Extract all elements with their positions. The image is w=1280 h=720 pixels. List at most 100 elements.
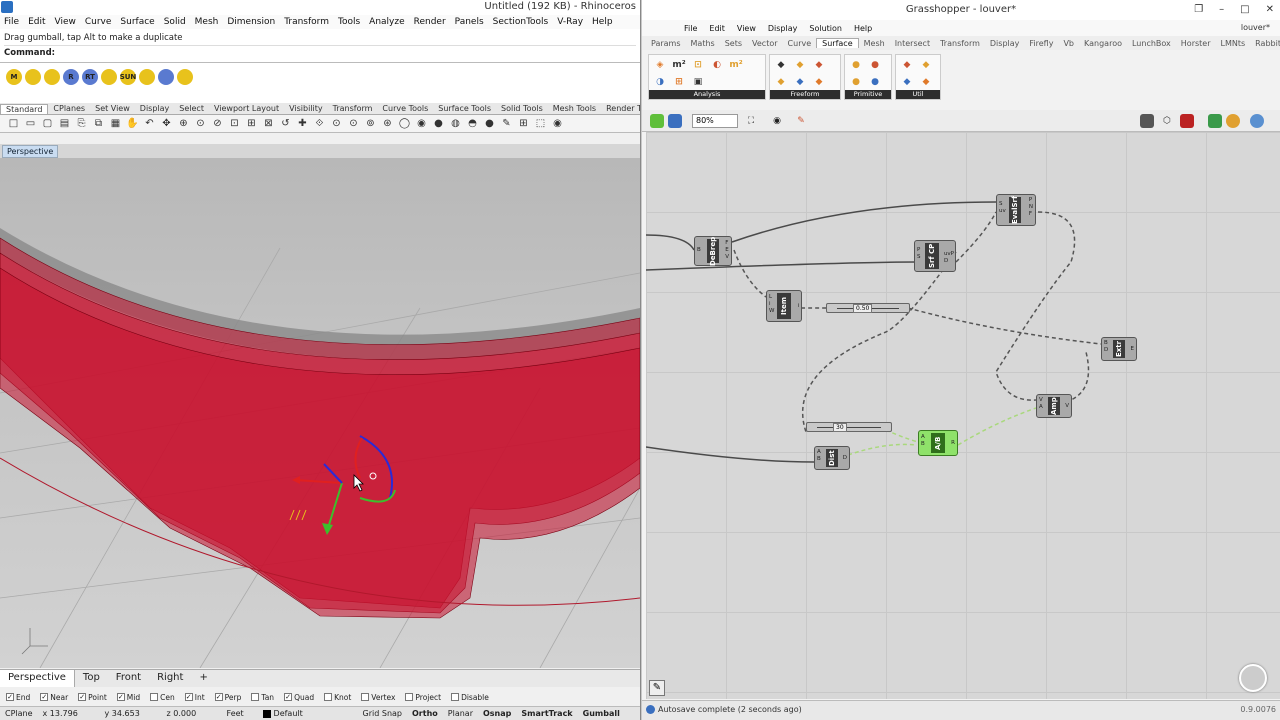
canvas-navigation-icon[interactable] [1239, 664, 1267, 692]
polyline-icon[interactable]: ⊚ [363, 117, 378, 131]
list-item-component[interactable]: L i W Item i [766, 290, 802, 322]
gh-menu-file[interactable]: File [684, 24, 697, 33]
gh-document-name[interactable]: louver* [1241, 23, 1270, 32]
ribbon-component-icon[interactable]: ◆ [811, 75, 827, 89]
ribbon-component-icon[interactable]: ● [867, 58, 883, 72]
ribbon-component-icon[interactable]: ● [867, 75, 883, 89]
osnap-cen[interactable]: Cen [150, 693, 175, 702]
list-item-output-pins[interactable]: i [797, 303, 799, 310]
box-icon[interactable]: ⬚ [533, 117, 548, 131]
osnap-int[interactable]: ✓ Int [184, 693, 205, 702]
ribbon-component-icon[interactable]: ◆ [773, 58, 789, 72]
division-component[interactable]: A B A/B R [918, 430, 958, 456]
tab-standard[interactable]: Standard [0, 103, 49, 114]
osnap-knot[interactable]: Knot [324, 693, 351, 702]
quick-button-7[interactable]: SUN [120, 69, 136, 85]
status-smarttrack[interactable]: SmartTrack [516, 709, 577, 718]
menu-surface[interactable]: Surface [120, 17, 154, 27]
osnap-checkbox[interactable]: ✓ [214, 693, 223, 701]
restore-icon[interactable]: ❐ [1194, 0, 1203, 20]
gh-tab-firefly[interactable]: Firefly [1024, 39, 1058, 48]
distance-input-pins[interactable]: A B [817, 449, 821, 463]
ellipse-icon[interactable]: ⊛ [380, 117, 395, 131]
status-layer[interactable]: Default [258, 709, 358, 718]
debrep-output-pins[interactable]: F E V [725, 240, 729, 261]
gh-tab-display[interactable]: Display [985, 39, 1025, 48]
status-ortho[interactable]: Ortho [407, 709, 443, 718]
number-slider-factor[interactable]: 0.50 [826, 303, 910, 313]
menu-v-ray[interactable]: V-Ray [557, 17, 583, 27]
osnap-checkbox[interactable]: ✓ [40, 693, 49, 701]
osnap-checkbox[interactable] [451, 693, 460, 701]
tab-set-view[interactable]: Set View [90, 104, 135, 113]
gh-menu-display[interactable]: Display [768, 24, 798, 33]
osnap-checkbox[interactable] [324, 693, 333, 701]
srf-cp-input-pins[interactable]: P S [917, 247, 921, 261]
menu-analyze[interactable]: Analyze [369, 17, 404, 27]
menu-render[interactable]: Render [414, 17, 446, 27]
tab-mesh-tools[interactable]: Mesh Tools [548, 104, 601, 113]
maximize-icon[interactable]: □ [1240, 0, 1249, 20]
osnap-checkbox[interactable] [150, 693, 159, 701]
ribbon-component-icon[interactable]: ◆ [918, 58, 934, 72]
slider-factor-value[interactable]: 0.50 [853, 304, 873, 313]
amplitude-component[interactable]: V A Amp V [1036, 394, 1072, 418]
preview-eye-icon[interactable]: ◉ [770, 114, 784, 128]
save-file-icon[interactable] [668, 114, 682, 128]
arc-icon[interactable]: ⊙ [346, 117, 361, 131]
layer-icon[interactable]: ⊞ [516, 117, 531, 131]
osnap-vertex[interactable]: Vertex [361, 693, 395, 702]
status-gumball[interactable]: Gumball [578, 709, 625, 718]
open-icon[interactable]: ▭ [23, 117, 38, 131]
status-cplane[interactable]: CPlane [0, 709, 38, 718]
list-item-input-pins[interactable]: L i W [769, 294, 774, 315]
help-icon[interactable]: ◉ [550, 117, 565, 131]
select-window-icon[interactable]: ⊠ [261, 117, 276, 131]
gh-canvas[interactable]: B DeBrep F E V P S Srf CP uvP D S uv Eva… [646, 132, 1280, 699]
tab-curve-tools[interactable]: Curve Tools [377, 104, 433, 113]
close-icon[interactable]: ✕ [1266, 0, 1274, 20]
ribbon-component-icon[interactable]: ◈ [652, 58, 668, 72]
gh-tab-sets[interactable]: Sets [720, 39, 747, 48]
slider-count-value[interactable]: 30 [833, 423, 847, 432]
gh-tab-mesh[interactable]: Mesh [859, 39, 890, 48]
zoom-window-icon[interactable]: ⊙ [193, 117, 208, 131]
distance-component[interactable]: A B Dist D [814, 446, 850, 470]
sphere-icon[interactable]: ● [431, 117, 446, 131]
import-icon[interactable]: ⎘ [74, 117, 89, 131]
undo-icon[interactable]: ↶ [142, 117, 157, 131]
tab-transform[interactable]: Transform [328, 104, 378, 113]
ribbon-component-icon[interactable]: ◆ [918, 75, 934, 89]
status-osnap[interactable]: Osnap [478, 709, 516, 718]
osnap-checkbox[interactable]: ✓ [78, 693, 87, 701]
osnap-tan[interactable]: Tan [251, 693, 274, 702]
viewport-title-perspective[interactable]: Perspective [2, 145, 59, 158]
material-icon[interactable]: ● [482, 117, 497, 131]
wireframe-icon[interactable]: ⬡ [1160, 114, 1174, 128]
osnap-checkbox[interactable]: ✓ [184, 693, 193, 701]
zoom-extents-icon[interactable]: ⛶ [744, 114, 758, 128]
menu-file[interactable]: File [4, 17, 19, 27]
menu-dimension[interactable]: Dimension [227, 17, 275, 27]
menu-edit[interactable]: Edit [28, 17, 45, 27]
pan-icon[interactable]: ✋ [125, 117, 140, 131]
zoom-in-icon[interactable]: ⊕ [176, 117, 191, 131]
debrep-component[interactable]: B DeBrep F E V [694, 236, 732, 266]
preview-mode-icon[interactable] [1140, 114, 1154, 128]
gh-menu-solution[interactable]: Solution [809, 24, 842, 33]
quick-button-6[interactable] [101, 69, 117, 85]
evalsrf-component[interactable]: S uv EvalSrf P N F [996, 194, 1036, 226]
menu-tools[interactable]: Tools [338, 17, 360, 27]
canvas-pen-icon[interactable]: ✎ [649, 680, 665, 696]
gh-tab-kangaroo[interactable]: Kangaroo [1079, 39, 1127, 48]
extrude-input-pins[interactable]: B D [1104, 340, 1108, 354]
quick-button-4[interactable]: R [63, 69, 79, 85]
redo-icon[interactable]: ↺ [278, 117, 293, 131]
document-preview-icon[interactable] [1226, 114, 1240, 128]
extrude-output-pins[interactable]: E [1131, 346, 1134, 353]
division-input-pins[interactable]: A B [921, 434, 925, 448]
point-icon[interactable]: ✚ [295, 117, 310, 131]
solid-icon[interactable]: ◉ [414, 117, 429, 131]
ribbon-component-icon[interactable]: ⊡ [690, 58, 706, 72]
render-icon[interactable]: ◓ [465, 117, 480, 131]
